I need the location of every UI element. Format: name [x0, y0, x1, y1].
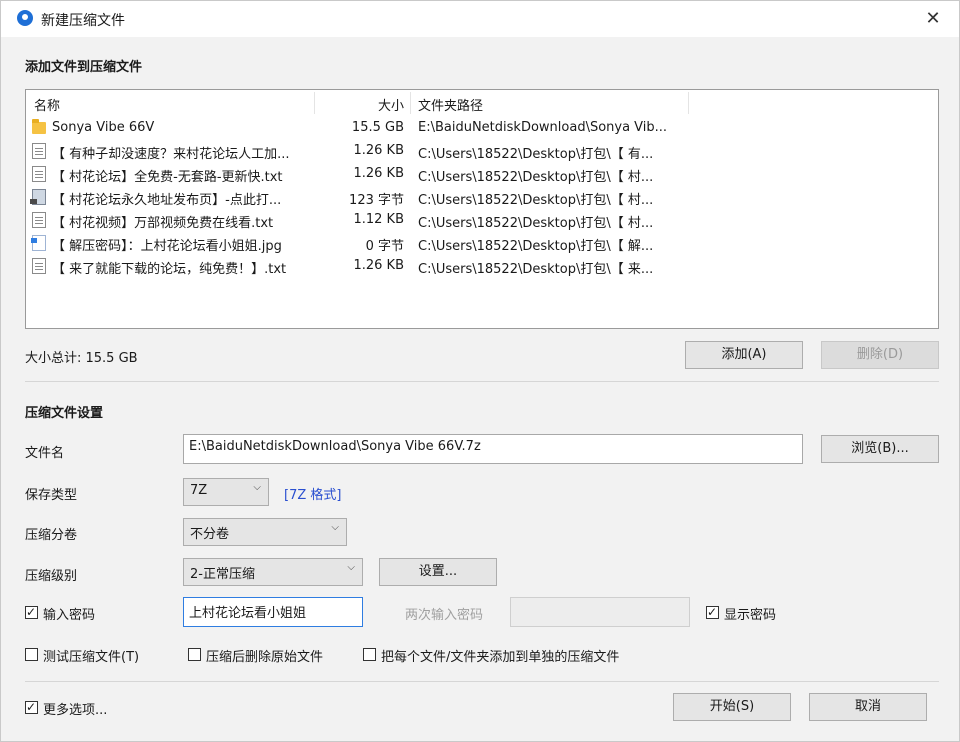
table-row[interactable]: 【 来了就能下载的论坛，纯免费！】.txt 1.26 KB C:\Users\185… — [26, 255, 938, 278]
table-row[interactable]: 【 有种子却没速度？来村花论坛人工加... 1.26 KB C:\Users\185… — [26, 140, 938, 163]
file-path: C:\Users\18522\Desktop\打包\【 解... — [418, 239, 654, 254]
section-divider — [25, 381, 939, 382]
password-checkbox-label[interactable]: 输入密码 — [43, 604, 95, 623]
browse-button[interactable]: 浏览(B)... — [821, 435, 939, 463]
file-size: 15.5 GB — [351, 120, 404, 135]
title-bar: 新建压缩文件 ✕ — [1, 1, 959, 37]
save-type-value: 7Z — [190, 483, 208, 498]
delete-original-checkbox[interactable] — [188, 648, 201, 661]
save-type-label: 保存类型 — [25, 488, 78, 503]
total-size: 大小总计: 15.5 GB — [25, 351, 138, 366]
file-path: E:\BaiduNetdiskDownload\Sonya Vib... — [418, 120, 668, 135]
column-header-size[interactable]: 大小 — [316, 95, 404, 114]
folder-icon — [32, 119, 46, 134]
url-shortcut-icon — [30, 189, 46, 205]
files-section-heading: 添加文件到压缩文件 — [25, 60, 143, 75]
password-input[interactable]: 上村花论坛看小姐姐 — [183, 597, 363, 627]
table-row[interactable]: Sonya Vibe 66V 15.5 GB E:\BaiduNetdiskDown… — [26, 117, 938, 140]
split-volume-label: 压缩分卷 — [25, 528, 78, 543]
file-size: 1.26 KB — [353, 143, 404, 158]
column-separator — [314, 92, 315, 114]
chevron-down-icon: ⌵ — [331, 522, 339, 533]
file-size: 1.12 KB — [353, 212, 404, 227]
show-password-label[interactable]: 显示密码 — [724, 604, 776, 623]
confirm-password-input[interactable] — [510, 597, 690, 627]
cancel-button[interactable]: 取消 — [809, 693, 927, 721]
password-checkbox[interactable] — [25, 604, 38, 620]
app-logo-icon — [17, 10, 33, 26]
filename-input[interactable]: E:\BaiduNetdiskDownload\Sonya Vibe 66V.7… — [183, 434, 803, 464]
format-link[interactable]: [7Z 格式] — [284, 484, 341, 503]
text-file-icon — [32, 143, 46, 159]
file-name: 【 村花论坛】全免费-无套路-更新快.txt — [52, 170, 283, 185]
file-name: 【 村花视频】万部视频免费在线看.txt — [52, 216, 274, 231]
test-archive-label[interactable]: 测试压缩文件(T) — [43, 646, 139, 665]
compression-level-select[interactable]: 2-正常压缩 ⌵ — [183, 558, 363, 586]
compression-level-label: 压缩级别 — [25, 569, 78, 584]
separate-archives-checkbox[interactable] — [363, 648, 376, 661]
file-size: 1.26 KB — [353, 258, 404, 273]
file-name: 【 村花论坛永久地址发布页】-点此打... — [52, 193, 282, 208]
close-icon[interactable]: ✕ — [917, 5, 949, 33]
start-button[interactable]: 开始(S) — [673, 693, 791, 721]
file-path: C:\Users\18522\Desktop\打包\【 来... — [418, 262, 654, 277]
new-archive-dialog: 新建压缩文件 ✕ 添加文件到压缩文件 名称 大小 文件夹路径 Sonya Vib… — [0, 0, 960, 742]
show-password-checkbox[interactable] — [706, 604, 719, 620]
add-button[interactable]: 添加(A) — [685, 341, 803, 369]
file-size: 123 字节 — [349, 193, 404, 208]
file-list-header: 名称 大小 文件夹路径 — [26, 90, 938, 116]
chevron-down-icon: ⌵ — [347, 562, 355, 573]
file-name: 【 解压密码】：上村花论坛看小姐姐.jpg — [52, 239, 282, 254]
image-file-icon — [31, 235, 46, 251]
more-options-label[interactable]: 更多选项... — [43, 699, 107, 718]
text-file-icon — [32, 212, 46, 228]
delete-button[interactable]: 删除(D) — [821, 341, 939, 369]
footer-divider — [25, 681, 939, 682]
file-size: 1.26 KB — [353, 166, 404, 181]
separate-archives-label[interactable]: 把每个文件/文件夹添加到单独的压缩文件 — [381, 646, 619, 665]
file-size: 0 字节 — [365, 239, 404, 254]
column-separator — [410, 92, 411, 114]
file-list[interactable]: 名称 大小 文件夹路径 Sonya Vibe 66V 15.5 GB E:\Baid… — [25, 89, 939, 329]
column-separator — [688, 92, 689, 114]
save-type-select[interactable]: 7Z ⌵ — [183, 478, 269, 506]
table-row[interactable]: 【 村花视频】万部视频免费在线看.txt 1.12 KB C:\Users\1852… — [26, 209, 938, 232]
settings-button[interactable]: 设置... — [379, 558, 497, 586]
file-path: C:\Users\18522\Desktop\打包\【 村... — [418, 193, 654, 208]
column-header-path[interactable]: 文件夹路径 — [418, 95, 483, 114]
confirm-password-label: 两次输入密码 — [405, 608, 484, 623]
file-path: C:\Users\18522\Desktop\打包\【 有... — [418, 147, 654, 162]
column-header-name[interactable]: 名称 — [34, 95, 60, 114]
table-row[interactable]: 【 解压密码】：上村花论坛看小姐姐.jpg 0 字节 C:\Users\18522\… — [26, 232, 938, 255]
file-name: Sonya Vibe 66V — [52, 120, 155, 135]
file-path: C:\Users\18522\Desktop\打包\【 村... — [418, 216, 654, 231]
compression-level-value: 2-正常压缩 — [190, 567, 255, 582]
delete-original-label[interactable]: 压缩后删除原始文件 — [206, 646, 323, 665]
window-title: 新建压缩文件 — [41, 13, 125, 29]
chevron-down-icon: ⌵ — [253, 482, 261, 493]
test-archive-checkbox[interactable] — [25, 648, 38, 661]
filename-label: 文件名 — [25, 446, 65, 461]
settings-section-heading: 压缩文件设置 — [25, 406, 104, 421]
table-row[interactable]: 【 村花论坛】全免费-无套路-更新快.txt 1.26 KB C:\Users\18… — [26, 163, 938, 186]
table-row[interactable]: 【 村花论坛永久地址发布页】-点此打... 123 字节 C:\Users\1852… — [26, 186, 938, 209]
file-name: 【 有种子却没速度？来村花论坛人工加... — [52, 147, 290, 162]
text-file-icon — [32, 166, 46, 182]
text-file-icon — [32, 258, 46, 274]
split-volume-value: 不分卷 — [190, 527, 230, 542]
file-name: 【 来了就能下载的论坛，纯免费！】.txt — [52, 262, 287, 277]
file-path: C:\Users\18522\Desktop\打包\【 村... — [418, 170, 654, 185]
more-options-checkbox[interactable] — [25, 699, 38, 715]
split-volume-select[interactable]: 不分卷 ⌵ — [183, 518, 347, 546]
